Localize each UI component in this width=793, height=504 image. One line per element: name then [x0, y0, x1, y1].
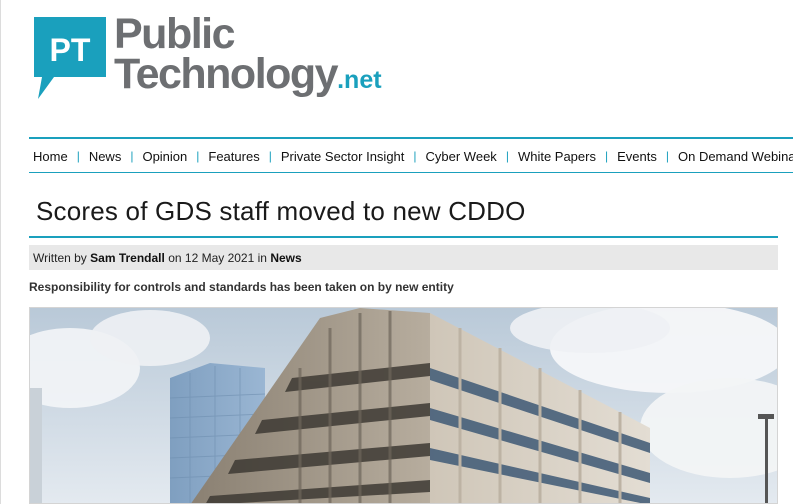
- meta-author-link[interactable]: Sam Trendall: [90, 251, 165, 265]
- meta-written-by: Written by: [33, 250, 87, 265]
- article-meta-bar: Written by Sam Trendall on 12 May 2021 i…: [29, 245, 778, 270]
- page-left-border: [0, 0, 1, 504]
- nav-bottom-rule: [29, 172, 793, 173]
- nav-separator: |: [604, 149, 609, 163]
- article-title: Scores of GDS staff moved to new CDDO: [36, 196, 526, 226]
- building-photo: [30, 308, 777, 503]
- main-nav: Home | News | Opinion | Features | Priva…: [33, 140, 793, 172]
- speech-bubble-logo-icon: PT: [34, 17, 106, 99]
- nav-separator: |: [130, 149, 134, 163]
- nav-item-opinion[interactable]: Opinion: [142, 149, 187, 164]
- logo-line-public: Public: [114, 10, 236, 58]
- logo-mark-text: PT: [50, 32, 91, 68]
- article-standfirst: Responsibility for controls and standard…: [29, 280, 454, 294]
- nav-item-news[interactable]: News: [89, 149, 122, 164]
- nav-item-white-papers[interactable]: White Papers: [518, 149, 596, 164]
- nav-top-rule: [29, 137, 793, 139]
- nav-item-events[interactable]: Events: [617, 149, 657, 164]
- nav-separator: |: [665, 149, 669, 163]
- nav-item-features[interactable]: Features: [208, 149, 259, 164]
- site-logo[interactable]: PT Public Technology.net: [34, 13, 394, 107]
- meta-on: on: [168, 250, 182, 265]
- nav-item-on-demand-webinar[interactable]: On Demand Webinar: [678, 149, 793, 164]
- meta-date: 12 May 2021: [184, 250, 255, 265]
- nav-separator: |: [196, 149, 200, 163]
- nav-separator: |: [76, 149, 80, 163]
- meta-section-link[interactable]: News: [270, 251, 301, 265]
- title-underline: [29, 236, 778, 238]
- logo-line-technology: Technology.net: [114, 53, 382, 96]
- article-hero-image: [29, 307, 778, 504]
- nav-separator: |: [413, 149, 417, 163]
- logo-net-suffix: .net: [337, 66, 382, 94]
- nav-item-home[interactable]: Home: [33, 149, 68, 164]
- logo-wordmark: Public Technology.net: [114, 13, 382, 96]
- logo-technology: Technology: [114, 50, 339, 98]
- nav-separator: |: [505, 149, 509, 163]
- meta-in: in: [257, 250, 267, 265]
- nav-item-cyber-week[interactable]: Cyber Week: [426, 149, 497, 164]
- nav-item-private-sector-insight[interactable]: Private Sector Insight: [281, 149, 405, 164]
- nav-separator: |: [268, 149, 272, 163]
